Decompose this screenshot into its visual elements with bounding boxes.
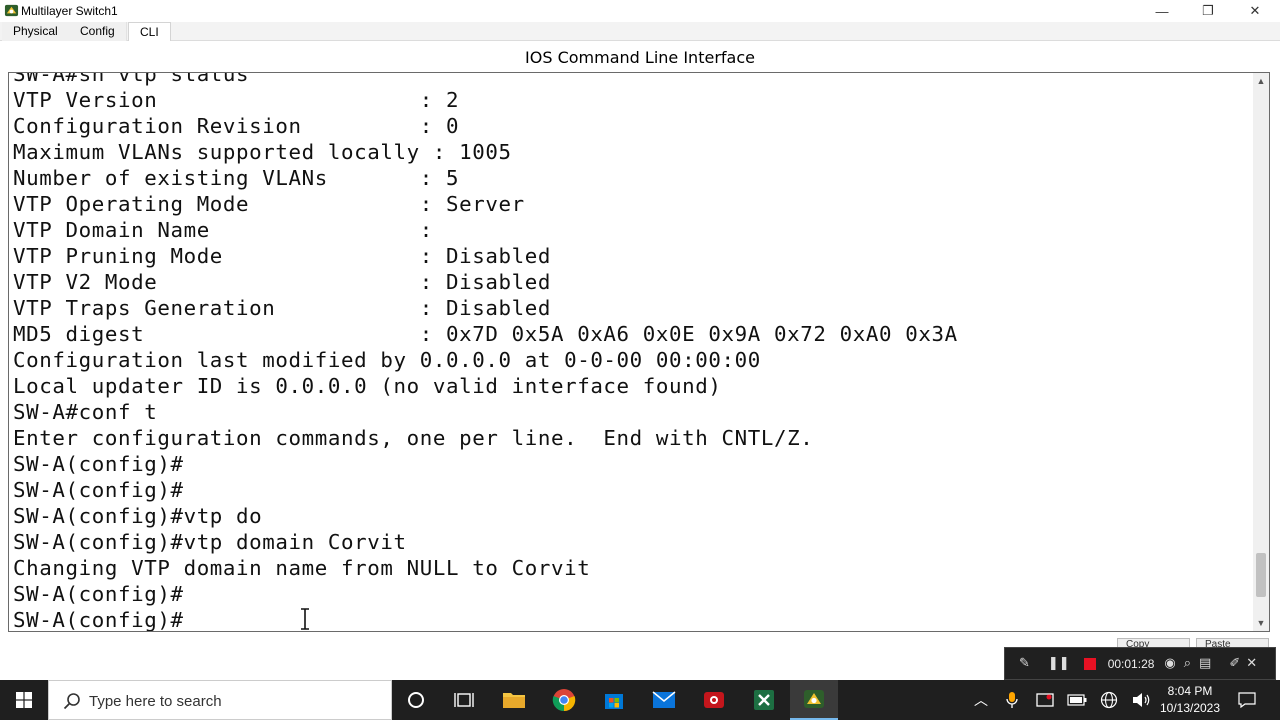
scroll-thumb[interactable] [1256,553,1266,597]
terminal-line: SW-A(config)#vtp domain Corvit [13,530,407,554]
search-icon [63,693,80,710]
network-globe-icon[interactable] [1096,680,1122,720]
packet-tracer-app-icon [4,4,19,17]
clock-time: 8:04 PM [1167,684,1213,698]
scroll-down-icon[interactable]: ▼ [1253,615,1269,631]
excel-icon [754,690,774,710]
taskbar-mail[interactable] [640,680,688,720]
device-tabs: Physical Config CLI [0,22,1280,41]
taskbar-chrome[interactable] [540,680,588,720]
pen-icon[interactable]: ✎ [1019,656,1030,671]
notification-glyph [1238,692,1256,708]
terminal-line: Configuration Revision : 0 [13,114,460,138]
system-clock[interactable]: 8:04 PM 10/13/2023 [1150,683,1230,717]
store-icon [605,694,623,709]
notification-center-icon[interactable] [1234,680,1260,720]
edit-icon[interactable]: ✐ [1229,656,1240,671]
packet-tracer-window: Multilayer Switch1 — ❐ ✕ Physical Config… [0,0,1280,680]
tab-config[interactable]: Config [69,22,127,41]
tab-cli[interactable]: CLI [128,22,171,41]
minimize-icon: — [1155,3,1169,19]
terminal-line: VTP Traps Generation : Disabled [13,296,551,320]
taskbar-file-explorer[interactable] [490,680,538,720]
terminal-line: VTP V2 Mode : Disabled [13,270,551,294]
taskbar-excel[interactable] [740,680,788,720]
scroll-up-icon[interactable]: ▲ [1253,73,1269,89]
comment-icon[interactable]: ▤ [1199,656,1211,671]
cli-heading: IOS Command Line Interface [525,48,755,67]
terminal-line: Configuration last modified by 0.0.0.0 a… [13,348,761,372]
terminal-output: SW-A#sh vtp status VTP Version : 2 Configu… [13,72,1249,632]
task-view-button[interactable] [440,680,488,720]
taskbar-search[interactable]: Type here to search [48,680,392,720]
restore-button[interactable]: ❐ [1185,0,1231,22]
globe-glyph [1100,691,1118,709]
terminal-line: VTP Version : 2 [13,88,460,112]
minimize-button[interactable]: — [1139,0,1185,22]
terminal-line: VTP Pruning Mode : Disabled [13,244,551,268]
terminal-line: MD5 digest : 0x7D 0x5A 0xA6 0x0E 0x9A 0x… [13,322,958,346]
recorder-close-icon[interactable]: ✕ [1246,656,1257,671]
title-bar[interactable]: Multilayer Switch1 — ❐ ✕ [0,0,1280,22]
cortana-icon [408,692,424,708]
video-recorder-icon [704,692,724,708]
terminal-line: VTP Domain Name : [13,218,433,242]
terminal-line: Enter configuration commands, one per li… [13,426,814,450]
terminal-line: SW-A(config)# [13,582,184,606]
terminal-line: SW-A(config)# [13,452,184,476]
folder-icon [503,693,525,708]
terminal-line: SW-A(config)# [13,608,184,632]
recording-timer: 00:01:28 [1107,656,1155,671]
terminal-line: Local updater ID is 0.0.0.0 (no valid in… [13,374,722,398]
camera-icon[interactable]: ◉ [1164,656,1175,671]
windows-logo-icon [16,692,32,708]
zoom-icon[interactable]: ⌕ [1184,656,1191,671]
terminal-line: SW-A#conf t [13,400,158,424]
search-placeholder: Type here to search [89,693,222,710]
cli-terminal[interactable]: SW-A#sh vtp status VTP Version : 2 Configu… [8,72,1270,632]
terminal-line: Maximum VLANs supported locally : 1005 [13,140,512,164]
pause-icon[interactable]: ❚❚ [1048,656,1070,671]
speaker-glyph [1133,693,1150,707]
screen-capture-tray-icon[interactable] [1032,680,1058,720]
mail-icon [652,691,676,708]
terminal-line: Number of existing VLANs : 5 [13,166,460,190]
start-button[interactable] [0,680,48,720]
close-icon: ✕ [1249,3,1261,18]
chrome-icon [552,689,576,712]
taskbar-recorder-app[interactable] [690,680,738,720]
capture-glyph [1036,693,1054,707]
terminal-line: Changing VTP domain name from NULL to Co… [13,556,591,580]
microphone-glyph [1006,692,1018,708]
window-title: Multilayer Switch1 [21,4,118,18]
task-view-icon [454,693,474,707]
clock-date: 10/13/2023 [1159,701,1221,715]
taskbar-packet-tracer[interactable] [790,680,838,720]
text-cursor-icon [301,608,309,630]
taskbar-store[interactable] [590,680,638,720]
terminal-line: SW-A(config)# [13,478,184,502]
restore-icon: ❐ [1202,3,1214,18]
packet-tracer-taskbar-icon [804,690,824,708]
stop-icon[interactable] [1083,657,1096,670]
terminal-line: SW-A(config)#vtp do [13,504,263,528]
terminal-line: SW-A#sh vtp status [13,72,250,86]
taskbar: Type here to search ︿ 8:04 PM 10/13/2023 [0,680,1280,720]
terminal-line: VTP Operating Mode : Server [13,192,525,216]
screen-recorder-toolbar: ✎ ❚❚ 00:01:28 ◉ ⌕ ▤ ✐ ✕ [1004,647,1276,680]
tray-overflow-icon[interactable]: ︿ [970,680,992,720]
microphone-icon[interactable] [1000,680,1024,720]
terminal-scrollbar[interactable]: ▲ ▼ [1253,73,1269,631]
tab-physical[interactable]: Physical [2,22,70,41]
battery-glyph [1067,694,1087,706]
cortana-button[interactable] [392,680,440,720]
battery-icon[interactable] [1064,680,1090,720]
close-button[interactable]: ✕ [1232,0,1278,22]
